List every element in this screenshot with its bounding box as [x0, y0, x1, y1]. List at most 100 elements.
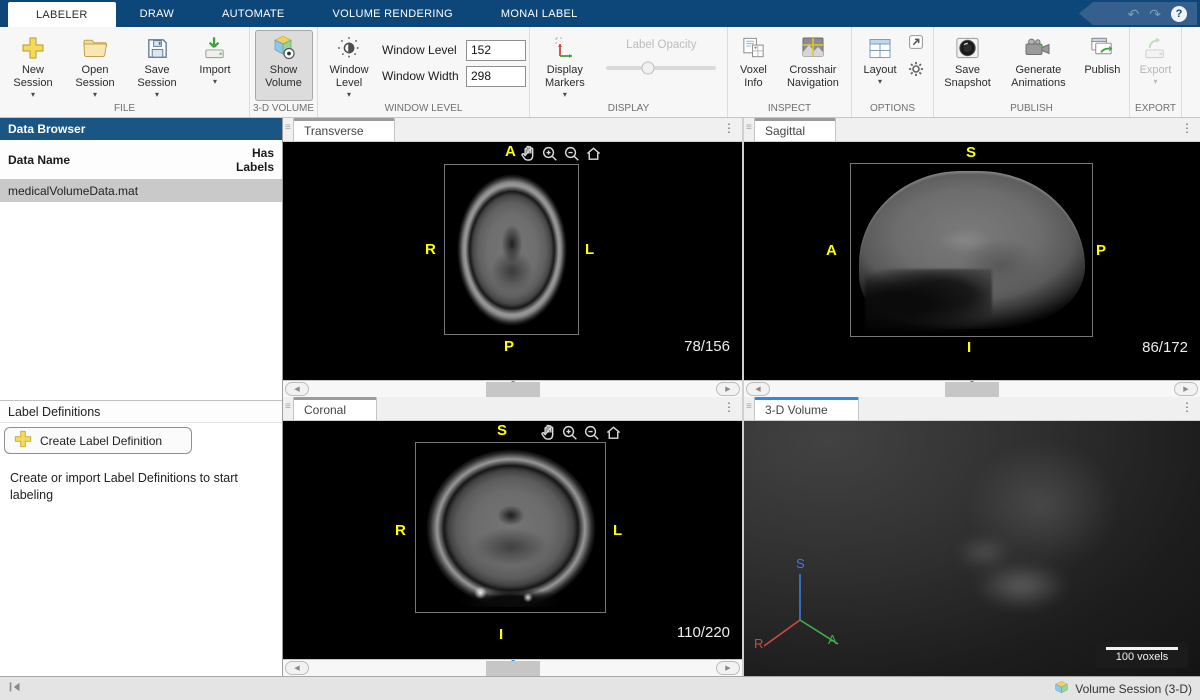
generate-animations-button[interactable]: Generate Animations: [1000, 30, 1077, 101]
export-button[interactable]: Export ▾: [1133, 30, 1178, 101]
home-icon[interactable]: [585, 145, 602, 162]
crosshair-navigation-button[interactable]: Crosshair Navigation: [778, 30, 848, 101]
zoom-out-icon[interactable]: [563, 145, 580, 162]
app-tab-bar: LABELER DRAW AUTOMATE VOLUME RENDERING M…: [0, 0, 1200, 27]
zoom-out-icon[interactable]: [583, 424, 600, 441]
tab-coronal-label: Coronal: [304, 403, 346, 417]
voxel-info-button[interactable]: Voxel Info: [731, 30, 776, 101]
pan-hand-icon[interactable]: [519, 144, 536, 162]
scroll-left-button[interactable]: ◀: [285, 382, 309, 396]
coronal-image-frame: [415, 442, 606, 613]
publish-icon: [1089, 32, 1116, 64]
section-publish: Save Snapshot Generate Animations Publis…: [934, 27, 1130, 117]
window-level-input[interactable]: [466, 40, 526, 61]
coronal-canvas[interactable]: S R L I 110/220: [283, 421, 742, 659]
popout-icon[interactable]: [908, 34, 924, 55]
coronal-slice-scrollbar[interactable]: ◀ ▶: [283, 659, 742, 676]
transverse-slice-scrollbar[interactable]: ◀ ▶: [283, 380, 742, 397]
open-session-label: Open Session: [67, 64, 123, 90]
kebab-menu-icon[interactable]: ⋮: [723, 401, 735, 413]
section-label-options: OPTIONS: [852, 101, 933, 117]
label-definitions-hint: Create or import Label Definitions to st…: [10, 470, 272, 504]
open-session-button[interactable]: Open Session ▾: [65, 30, 125, 101]
orientation-label-anterior: A: [505, 143, 516, 160]
window-level-button[interactable]: Window Level ▾: [321, 30, 377, 101]
scroll-left-button[interactable]: ◀: [285, 661, 309, 675]
tab-draw[interactable]: DRAW: [116, 0, 198, 27]
orientation-label-anterior: A: [826, 242, 837, 259]
slice-counter: 110/220: [677, 624, 730, 641]
import-button[interactable]: Import ▾: [189, 30, 241, 101]
scroll-right-button[interactable]: ▶: [716, 382, 740, 396]
tab-coronal[interactable]: Coronal: [293, 397, 377, 420]
scrollbar-thumb[interactable]: [486, 661, 540, 676]
transverse-tab-bar: ≡ Transverse ⋮: [283, 118, 742, 142]
tab-sagittal[interactable]: Sagittal: [754, 118, 836, 141]
scroll-left-button[interactable]: ◀: [746, 382, 770, 396]
kebab-menu-icon[interactable]: ⋮: [723, 122, 735, 134]
transverse-canvas[interactable]: A R L P 78/156: [283, 142, 742, 380]
video-camera-icon: [1023, 32, 1053, 64]
show-volume-label: Show Volume: [257, 64, 311, 90]
export-label: Export: [1140, 64, 1172, 77]
sagittal-tab-bar: ≡ Sagittal ⋮: [744, 118, 1200, 142]
dropdown-arrow-icon: ▾: [563, 90, 567, 100]
show-volume-button[interactable]: Show Volume: [255, 30, 313, 101]
left-panel: Data Browser Data Name Has Labels medica…: [0, 118, 283, 676]
tab-automate[interactable]: AUTOMATE: [198, 0, 309, 27]
scrollbar-thumb[interactable]: [945, 382, 999, 397]
drag-handle-icon[interactable]: ≡: [285, 123, 291, 133]
publish-button[interactable]: Publish: [1079, 30, 1126, 101]
display-markers-button[interactable]: Display Markers ▾: [533, 30, 597, 101]
voxel-scale-bar: 100 voxels: [1096, 642, 1188, 668]
layout-button[interactable]: Layout ▾: [855, 30, 905, 101]
ribbon-toolbar: New Session ▾ Open Session ▾ Save Sessio…: [0, 27, 1200, 118]
zoom-in-icon[interactable]: [561, 424, 578, 441]
drag-handle-icon[interactable]: ≡: [746, 402, 752, 412]
tab-labeler[interactable]: LABELER: [8, 2, 116, 27]
window-width-input[interactable]: [466, 66, 526, 87]
save-snapshot-button[interactable]: Save Snapshot: [937, 30, 998, 101]
gear-icon[interactable]: [908, 61, 924, 82]
tab-volume-rendering[interactable]: VOLUME RENDERING: [309, 0, 477, 27]
scrollbar-thumb[interactable]: [486, 382, 540, 397]
session-cube-icon: [1054, 680, 1069, 698]
import-icon: [202, 32, 229, 64]
session-type-label: Volume Session (3-D): [1075, 682, 1192, 696]
axis-label-anterior: A: [828, 632, 837, 647]
import-label: Import: [199, 64, 230, 77]
section-window-level: Window Level ▾ Window Level Window Width…: [318, 27, 530, 117]
collapse-panel-icon[interactable]: [8, 680, 22, 698]
orientation-label-left: L: [613, 522, 622, 539]
zoom-in-icon[interactable]: [541, 145, 558, 162]
data-row-medical-volume[interactable]: medicalVolumeData.mat: [0, 180, 282, 202]
orientation-label-posterior: P: [504, 338, 514, 355]
sagittal-slice-scrollbar[interactable]: ◀ ▶: [744, 380, 1200, 397]
kebab-menu-icon[interactable]: ⋮: [1181, 122, 1193, 134]
undo-icon[interactable]: ↶: [1128, 7, 1140, 21]
scroll-right-button[interactable]: ▶: [1174, 382, 1198, 396]
section-label-inspect: INSPECT: [728, 101, 851, 117]
drag-handle-icon[interactable]: ≡: [746, 123, 752, 133]
kebab-menu-icon[interactable]: ⋮: [1181, 401, 1193, 413]
slice-counter: 78/156: [684, 338, 730, 355]
redo-icon[interactable]: ↷: [1149, 7, 1161, 21]
dropdown-arrow-icon: ▾: [93, 90, 97, 100]
tab-3d-volume[interactable]: 3-D Volume: [754, 397, 859, 420]
volume-render-canvas[interactable]: S R A 100 voxels: [744, 421, 1200, 676]
sagittal-canvas[interactable]: S A P I 86/172: [744, 142, 1200, 380]
help-icon[interactable]: ?: [1171, 6, 1187, 22]
tab-transverse[interactable]: Transverse: [293, 118, 395, 141]
new-session-button[interactable]: New Session ▾: [3, 30, 63, 101]
tab-monai-label[interactable]: MONAI LABEL: [477, 0, 602, 27]
label-opacity-control: Label Opacity: [598, 30, 725, 101]
viewport-divider[interactable]: [742, 118, 744, 676]
label-opacity-slider[interactable]: [606, 66, 716, 70]
pan-hand-icon[interactable]: [539, 423, 556, 441]
create-label-definition-button[interactable]: Create Label Definition: [4, 427, 192, 454]
scroll-right-button[interactable]: ▶: [716, 661, 740, 675]
drag-handle-icon[interactable]: ≡: [285, 402, 291, 412]
home-icon[interactable]: [605, 424, 622, 441]
label-opacity-slider-thumb[interactable]: [642, 62, 655, 75]
save-session-button[interactable]: Save Session ▾: [127, 30, 187, 101]
